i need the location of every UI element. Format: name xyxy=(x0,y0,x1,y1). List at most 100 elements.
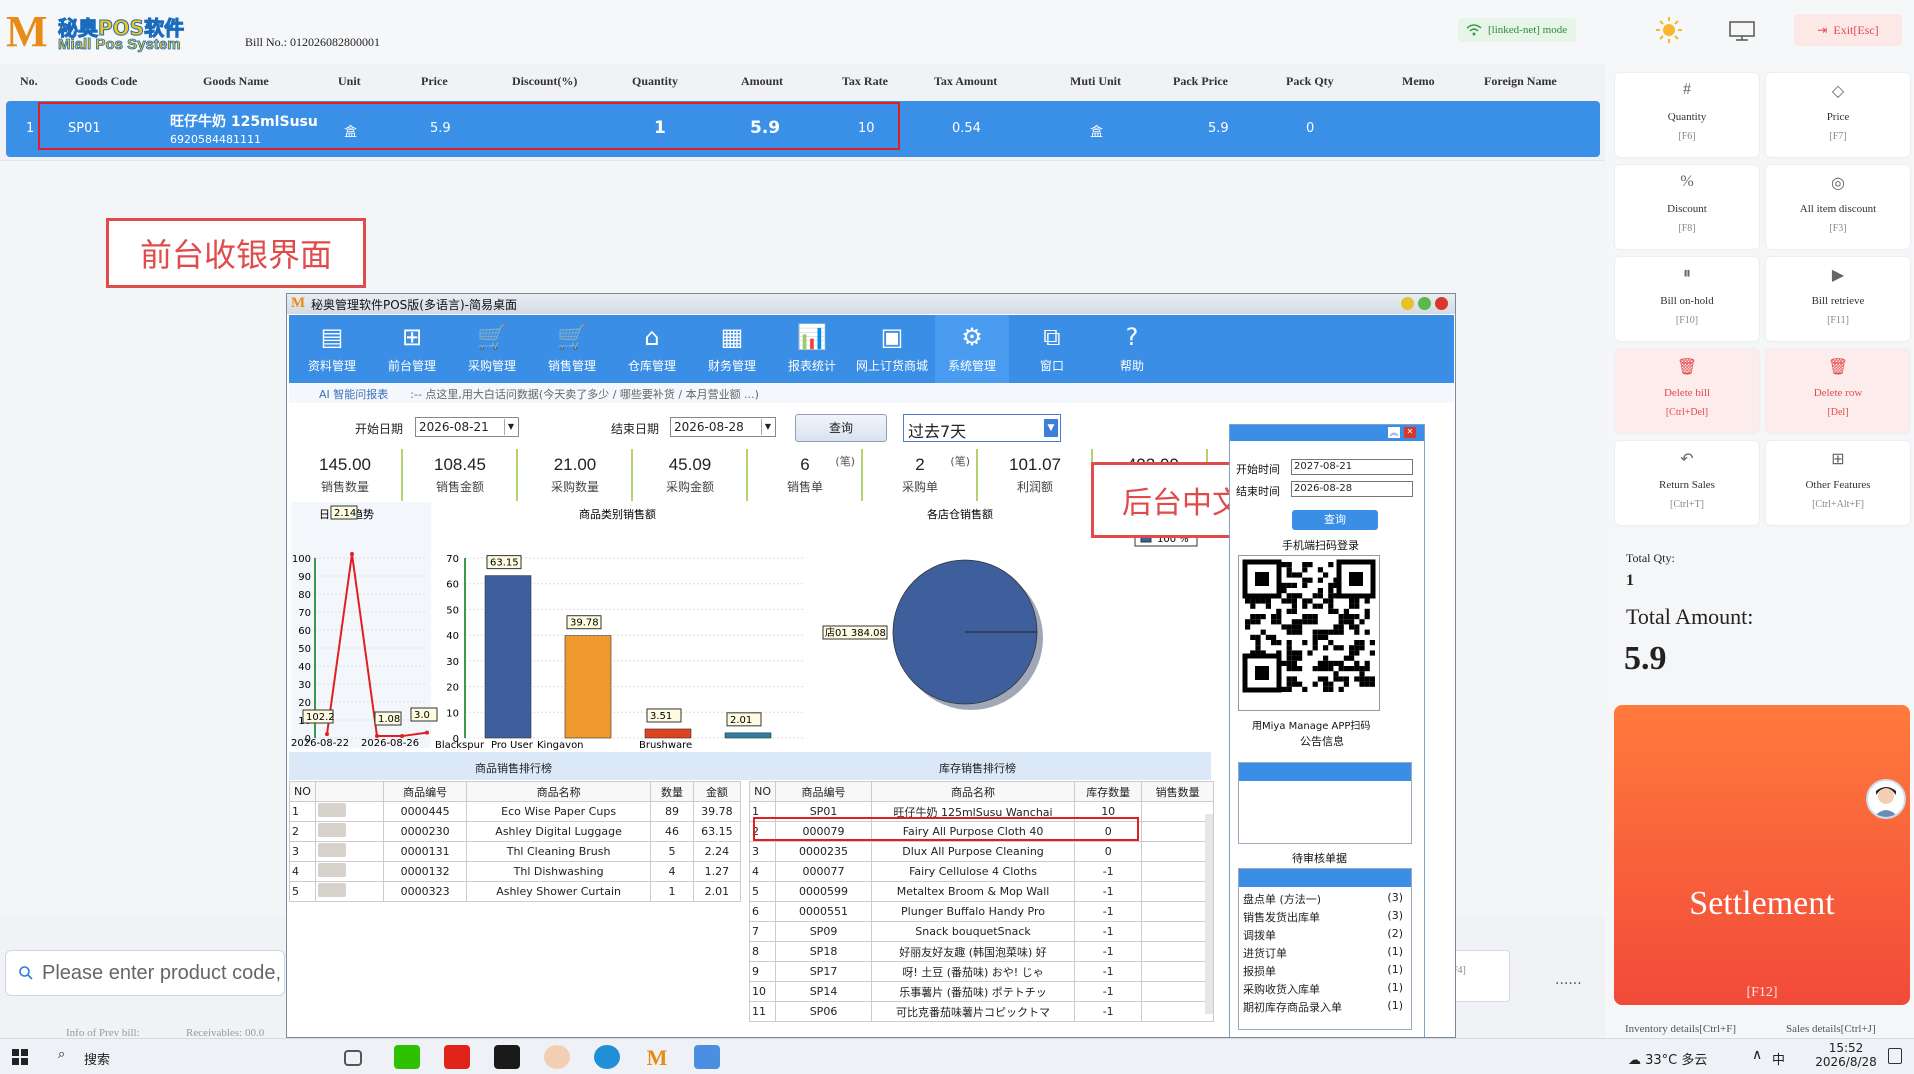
maximize-button[interactable] xyxy=(1418,297,1431,310)
y-tick-label: 100 xyxy=(292,554,311,565)
close-button[interactable] xyxy=(1435,297,1448,310)
toolbar-0[interactable]: ▤ 资料管理 xyxy=(295,315,369,383)
pos-icon[interactable] xyxy=(694,1045,720,1069)
column-header: Quantity xyxy=(632,74,679,88)
dropdown-arrow-icon: ▼ xyxy=(761,419,774,435)
theme-sun-icon[interactable] xyxy=(1655,16,1683,44)
column-header: Price xyxy=(421,74,448,88)
assistant-avatar[interactable] xyxy=(1866,779,1906,819)
app-icon[interactable] xyxy=(494,1045,520,1069)
function-icon: 🗑 xyxy=(1827,359,1849,376)
line-point xyxy=(350,552,354,557)
windows-start-icon[interactable] xyxy=(12,1049,28,1065)
clock[interactable]: 15:52 2026/8/28 xyxy=(1810,1041,1882,1069)
sales-details-link[interactable]: Sales details[Ctrl+J] xyxy=(1786,1023,1876,1035)
close-icon[interactable]: ✕ xyxy=(1404,427,1416,438)
pending-item[interactable]: 采购收货入库单 (1) xyxy=(1243,981,1403,997)
column-header: Amount xyxy=(741,74,784,88)
pending-item[interactable]: 销售发货出库单 (3) xyxy=(1243,909,1403,925)
toolbar-5[interactable]: ▦ 财务管理 xyxy=(695,315,769,383)
other-features-button[interactable]: ⊞ Other Features [Ctrl+Alt+F] xyxy=(1765,440,1911,526)
pending-item[interactable]: 调拨单 (2) xyxy=(1243,927,1403,943)
price-button[interactable]: ◇ Price [F7] xyxy=(1765,72,1911,158)
ime-indicator[interactable]: 中 xyxy=(1772,1049,1785,1068)
start-date-input[interactable]: 2026-08-21 ▼ xyxy=(415,417,519,437)
miaoao-icon[interactable]: M xyxy=(644,1045,670,1070)
toolbar-1[interactable]: ⊞ 前台管理 xyxy=(375,315,449,383)
cloud-icon: ☁ xyxy=(1628,1053,1641,1068)
x-tick-label: Blackspur xyxy=(435,740,485,750)
bill-retrieve-button[interactable]: ▶ Bill retrieve [F11] xyxy=(1765,256,1911,342)
bill-on-hold-button[interactable]: ⏸ Bill on-hold [F10] xyxy=(1614,256,1760,342)
toolbar-10[interactable]: ? 帮助 xyxy=(1095,315,1169,383)
monitor-icon[interactable] xyxy=(1728,20,1756,42)
avatar-app-icon[interactable] xyxy=(544,1045,570,1069)
table-row: 8 SP18 好丽友好友趣 (韩国泡菜味) 好 -1 xyxy=(748,941,1214,962)
toolbar-9[interactable]: ⧉ 窗口 xyxy=(1015,315,1089,383)
period-select[interactable]: 过去7天 ▼ xyxy=(903,414,1061,442)
kpi-strip: 145.00 销售数量 108.45 销售金额 21.00 采购数量 45.09 采购金额 6 销… xyxy=(289,449,1211,501)
column-header: Pack Price xyxy=(1173,74,1228,88)
wps-icon[interactable] xyxy=(444,1045,470,1069)
minimize-button[interactable] xyxy=(1401,297,1414,310)
search-placeholder: Please enter product code, xyxy=(42,961,282,984)
weather[interactable]: ☁ 33°C 多云 xyxy=(1628,1049,1707,1068)
popup-query-button[interactable]: 查询 xyxy=(1292,510,1378,530)
toolbar-3[interactable]: 🛒 销售管理 xyxy=(535,315,609,383)
query-button[interactable]: 查询 xyxy=(795,414,887,442)
data-label: 3.0 xyxy=(414,710,430,721)
table-row: 10 SP14 乐事薯片 (番茄味) ポテトチッ -1 xyxy=(748,981,1214,1002)
delete-row-button[interactable]: 🗑 Delete row [Del] xyxy=(1765,348,1911,434)
pending-item[interactable]: 盘点单 (方法一) (3) xyxy=(1243,891,1403,907)
bar-label: 3.51 xyxy=(650,711,672,722)
y-tick-label: 50 xyxy=(298,644,311,655)
ai-report-bar[interactable]: AI 智能问报表:-- 点这里,用大白话问数据(今天卖了多少 / 哪些要补货 /… xyxy=(289,383,1454,403)
table-scrollbar[interactable] xyxy=(1205,814,1213,1014)
settlement-button[interactable]: Settlement [F12] xyxy=(1614,705,1910,1005)
toolbar-7[interactable]: ▣ 网上订货商城 xyxy=(855,315,929,383)
pending-item[interactable]: 进货订单 (1) xyxy=(1243,945,1403,961)
table-row: 11 SP06 可比克番茄味薯片コピックトマ -1 xyxy=(748,1001,1214,1022)
product-search-field[interactable]: Please enter product code, xyxy=(5,950,285,996)
end-date-input[interactable]: 2026-08-28 ▼ xyxy=(670,417,776,437)
toolbar-2[interactable]: 🛒 采购管理 xyxy=(455,315,529,383)
product-thumbnail-icon xyxy=(317,823,346,837)
cart-column-headers: No. Goods Code Goods Name Unit Price Discount… xyxy=(0,64,1605,100)
pending-item[interactable]: 报损单 (1) xyxy=(1243,963,1403,979)
pending-item[interactable]: 期初库存商品录入单 (1) xyxy=(1243,999,1403,1015)
notification-icon[interactable] xyxy=(1888,1048,1902,1064)
edge-icon[interactable] xyxy=(594,1045,620,1069)
tray-chevron-icon[interactable]: ∧ xyxy=(1752,1047,1762,1063)
task-view-icon[interactable] xyxy=(344,1050,362,1066)
discount-button[interactable]: % Discount [F8] xyxy=(1614,164,1760,250)
popup-start-input[interactable]: 2027-08-21 xyxy=(1291,459,1413,475)
toolbar-icon: ⚙ xyxy=(961,323,983,351)
table-row: 2 0000230 Ashley Digital Luggage 46 63.15 xyxy=(289,821,742,842)
collapse-icon[interactable]: ︽ xyxy=(1388,427,1400,438)
quantity-button[interactable]: # Quantity [F6] xyxy=(1614,72,1760,158)
inventory-details-link[interactable]: Inventory details[Ctrl+F] xyxy=(1625,1023,1736,1035)
delete-bill-button[interactable]: 🗑 Delete bill [Ctrl+Del] xyxy=(1614,348,1760,434)
popup-end-input[interactable]: 2026-08-28 xyxy=(1291,481,1413,497)
return-sales-button[interactable]: ↶ Return Sales [Ctrl+T] xyxy=(1614,440,1760,526)
y-tick-label: 90 xyxy=(298,572,311,583)
app-logo: M 秘奥POS软件 Miall Pos System xyxy=(6,7,185,56)
more-dots[interactable]: ...... xyxy=(1555,972,1582,988)
toolbar-6[interactable]: 📊 报表统计 xyxy=(775,315,849,383)
y-tick-label: 30 xyxy=(446,657,459,668)
exit-button[interactable]: ⇥ Exit[Esc] xyxy=(1794,14,1902,46)
wechat-icon[interactable] xyxy=(394,1045,420,1069)
function-icon: % xyxy=(1680,173,1694,190)
y-tick-label: 20 xyxy=(298,698,311,709)
toolbar-4[interactable]: ⌂ 仓库管理 xyxy=(615,315,689,383)
taskbar-search[interactable]: ⌕ 搜索 xyxy=(48,1045,328,1071)
y-tick-label: 40 xyxy=(446,631,459,642)
column-header: Muti Unit xyxy=(1070,74,1121,88)
bar-label: 39.78 xyxy=(570,618,599,629)
pie-label: 店01 384.08 xyxy=(825,626,886,639)
toolbar-icon: ? xyxy=(1125,323,1139,351)
toolbar-8[interactable]: ⚙ 系统管理 xyxy=(935,315,1009,383)
function-icon: ↶ xyxy=(1680,451,1694,468)
y-tick-label: 60 xyxy=(298,626,311,637)
all-item-discount-button[interactable]: ◎ All item discount [F3] xyxy=(1765,164,1911,250)
